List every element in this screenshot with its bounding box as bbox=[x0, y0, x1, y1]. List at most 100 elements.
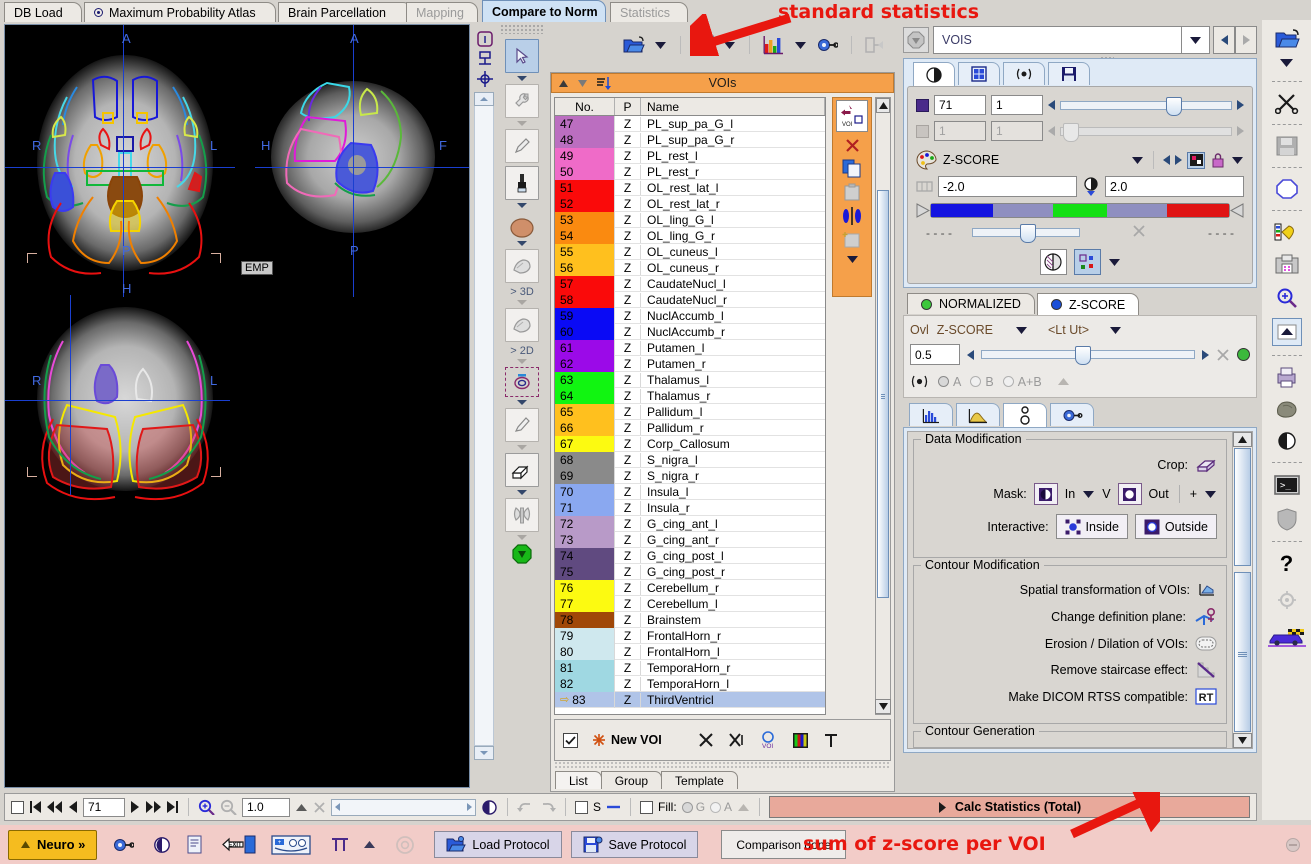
tab-histogram[interactable] bbox=[909, 403, 953, 426]
lock-icon[interactable] bbox=[1210, 152, 1226, 168]
voi-name-cell[interactable]: PL_rest_r bbox=[641, 165, 825, 179]
mirror-icon[interactable] bbox=[841, 207, 863, 225]
transform-icon[interactable] bbox=[1197, 581, 1217, 598]
series-octagon-button[interactable] bbox=[903, 27, 929, 53]
rock-icon[interactable] bbox=[1274, 398, 1300, 420]
scroll-up-button[interactable] bbox=[876, 98, 890, 113]
mask-in-dropdown-icon[interactable] bbox=[1082, 490, 1095, 499]
fast-forward-icon[interactable] bbox=[145, 800, 161, 814]
transfer-icon[interactable] bbox=[865, 36, 885, 54]
patient-icon[interactable]: + bbox=[271, 834, 312, 856]
zoom-value-input[interactable]: 1.0 bbox=[242, 797, 290, 817]
column-header-name[interactable]: Name bbox=[641, 98, 825, 115]
3d-dropdown-icon[interactable] bbox=[517, 300, 527, 305]
2d-tool-button[interactable] bbox=[505, 308, 539, 342]
table-row[interactable]: 77 Z Cerebellum_l bbox=[555, 595, 825, 612]
3d-tool-button[interactable] bbox=[505, 249, 539, 283]
voi-name-cell[interactable]: S_nigra_r bbox=[641, 469, 825, 483]
colormap-dropdown-icon[interactable] bbox=[1131, 156, 1144, 165]
move-voi-icon[interactable]: VOI bbox=[836, 100, 868, 132]
copy-icon[interactable] bbox=[842, 159, 862, 178]
ovl-status-dot[interactable] bbox=[1237, 348, 1250, 361]
tools-scroll-thumb2[interactable] bbox=[1234, 572, 1251, 732]
target-tool-button[interactable] bbox=[505, 367, 539, 397]
last-slice-icon[interactable] bbox=[166, 800, 179, 814]
brush-dropdown-icon[interactable] bbox=[517, 203, 527, 208]
radio-b[interactable]: B bbox=[970, 375, 994, 389]
table-row[interactable]: 54 Z OL_ling_G_r bbox=[555, 227, 825, 244]
voi-name-cell[interactable]: OL_cuneus_l bbox=[641, 245, 825, 259]
table-row[interactable]: 82 Z TemporaHorn_l bbox=[555, 675, 825, 692]
mask-plus-dropdown-icon[interactable] bbox=[1204, 490, 1217, 499]
table-row[interactable]: 47 Z PL_sup_pa_G_l bbox=[555, 115, 825, 132]
tools-scroll-thumb[interactable] bbox=[1234, 448, 1251, 566]
table-row[interactable]: 50 Z PL_rest_r bbox=[555, 163, 825, 180]
tab-curve[interactable] bbox=[956, 403, 1000, 426]
table-row[interactable]: 65 Z Pallidum_l bbox=[555, 403, 825, 420]
ovl-dropdown-icon[interactable] bbox=[1015, 326, 1028, 335]
print-icon[interactable] bbox=[1274, 366, 1300, 388]
table-row[interactable]: 73 Z G_cing_ant_r bbox=[555, 531, 825, 548]
colorbar-slider[interactable] bbox=[972, 224, 1080, 243]
table-row[interactable]: 49 Z PL_rest_l bbox=[555, 147, 825, 164]
voi-name-cell[interactable]: FrontalHorn_l bbox=[641, 645, 825, 659]
table-row[interactable]: 81 Z TemporaHorn_r bbox=[555, 659, 825, 676]
ovl-prev-icon[interactable] bbox=[967, 349, 974, 360]
voi-name-cell[interactable]: G_cing_post_r bbox=[641, 565, 825, 579]
tab-compare-to-norm[interactable]: Compare to Norm bbox=[482, 0, 606, 22]
table-row[interactable]: 62 Z Putamen_r bbox=[555, 355, 825, 372]
overlay-pattern-button[interactable] bbox=[1073, 249, 1101, 275]
wrench-tool-button[interactable] bbox=[505, 84, 539, 118]
column-header-no[interactable]: No. bbox=[555, 98, 615, 115]
colorbar-left-handle[interactable] bbox=[916, 203, 930, 218]
voi-name-cell[interactable]: OL_ling_G_l bbox=[641, 213, 825, 227]
palette-icon[interactable] bbox=[1273, 221, 1301, 243]
tab-statistics[interactable]: Statistics bbox=[610, 2, 688, 22]
axe-tool-button[interactable] bbox=[505, 498, 539, 532]
gear-icon[interactable] bbox=[1276, 589, 1298, 611]
blob-dropdown-icon[interactable] bbox=[517, 241, 527, 246]
crop-icon[interactable] bbox=[1195, 455, 1217, 474]
table-row[interactable]: ⇨ 83 Z ThirdVentricl bbox=[555, 691, 825, 708]
voi-name-cell[interactable]: Corp_Callosum bbox=[641, 437, 825, 451]
open-folder-icon[interactable] bbox=[623, 35, 645, 55]
select-all-checkbox[interactable] bbox=[563, 732, 578, 748]
tab-normalized[interactable]: NORMALIZED bbox=[907, 293, 1035, 314]
series-dropdown-icon[interactable] bbox=[1182, 26, 1210, 54]
blob-tool-icon[interactable] bbox=[509, 217, 535, 239]
table-row[interactable]: 75 Z G_cing_post_r bbox=[555, 563, 825, 580]
threshold-contrast-icon[interactable] bbox=[1082, 176, 1100, 197]
table-row[interactable]: 64 Z Thalamus_r bbox=[555, 387, 825, 404]
voi-name-cell[interactable]: Putamen_l bbox=[641, 341, 825, 355]
voi-table[interactable]: No. P Name 47 Z PL_sup_pa_G_l 48 Z PL_sup_pa_… bbox=[554, 97, 826, 715]
tab-db-load[interactable]: DB Load bbox=[4, 2, 82, 22]
colormap-more-icon[interactable] bbox=[1231, 156, 1244, 165]
palette-icon[interactable] bbox=[916, 150, 938, 170]
ovl-value-input[interactable]: 0.5 bbox=[910, 344, 960, 365]
subtab-group[interactable]: Group bbox=[600, 771, 663, 789]
table-row[interactable]: 67 Z Corp_Callosum bbox=[555, 435, 825, 452]
slice-slider[interactable] bbox=[1060, 96, 1232, 116]
colorbar-right-handle[interactable] bbox=[1230, 203, 1244, 218]
slice-sub-input[interactable]: 1 bbox=[991, 95, 1043, 115]
table-row[interactable]: 56 Z OL_cuneus_r bbox=[555, 259, 825, 276]
voi-name-cell[interactable]: TemporaHorn_r bbox=[641, 661, 825, 675]
table-row[interactable]: 53 Z OL_ling_G_l bbox=[555, 211, 825, 228]
voi-name-cell[interactable]: NuclAccumb_r bbox=[641, 325, 825, 339]
table-row[interactable]: 55 Z OL_cuneus_l bbox=[555, 243, 825, 260]
voi-name-cell[interactable]: Cerebellum_r bbox=[641, 581, 825, 595]
table-row[interactable]: 52 Z OL_rest_lat_r bbox=[555, 195, 825, 212]
voi-name-cell[interactable]: Thalamus_r bbox=[641, 389, 825, 403]
brush-tool-button[interactable] bbox=[505, 166, 539, 200]
ovl-clear-icon[interactable] bbox=[1216, 348, 1230, 362]
overlay-dropdown-icon[interactable] bbox=[1108, 258, 1121, 267]
calc-statistics-button[interactable]: Calc Statistics (Total) bbox=[769, 796, 1250, 818]
voi-name-cell[interactable]: OL_ling_G_r bbox=[641, 229, 825, 243]
table-row[interactable]: 72 Z G_cing_ant_l bbox=[555, 515, 825, 532]
voi-name-cell[interactable]: Thalamus_l bbox=[641, 373, 825, 387]
pointer-dropdown-icon[interactable] bbox=[517, 76, 527, 81]
text-tool-icon[interactable] bbox=[823, 732, 839, 749]
threshold-high-input[interactable]: 2.0 bbox=[1105, 176, 1244, 197]
staircase-icon[interactable] bbox=[1195, 660, 1217, 679]
delete-all-voi-icon[interactable] bbox=[728, 732, 746, 748]
